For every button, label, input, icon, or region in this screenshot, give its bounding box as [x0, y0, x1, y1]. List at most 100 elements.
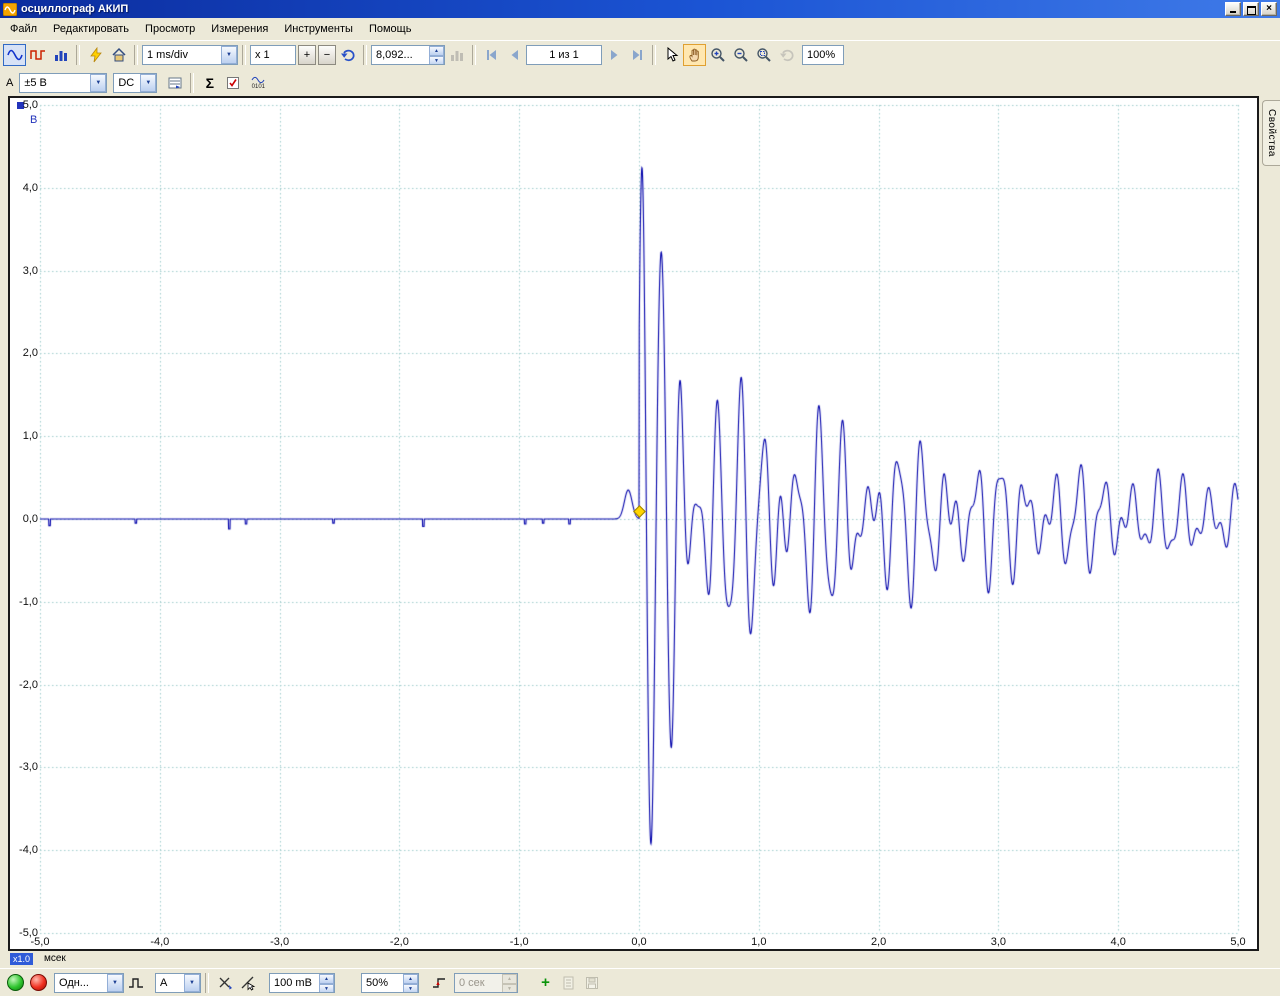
trigger-source-value: A — [160, 977, 167, 989]
menu-file[interactable]: Файл — [2, 20, 45, 38]
zoom-selection-button[interactable] — [752, 44, 775, 66]
add-measurement-button[interactable]: + — [534, 972, 557, 994]
spin-up-button[interactable]: ▲ — [429, 46, 444, 56]
undo-gray-icon — [779, 47, 795, 63]
restore-button[interactable] — [1243, 2, 1259, 16]
plus-icon: + — [541, 975, 550, 990]
chevron-down-icon[interactable]: ▼ — [221, 46, 237, 64]
x-tick-label: -1,0 — [499, 936, 539, 948]
histogram-disabled-button[interactable] — [445, 44, 468, 66]
page-indicator-value: 1 из 1 — [549, 49, 579, 61]
logic-analyzer-button[interactable]: 0101 — [244, 72, 272, 94]
minimize-icon — [1230, 11, 1236, 13]
properties-tab[interactable]: Свойства — [1262, 100, 1280, 166]
y-tick-label: 4,0 — [12, 182, 38, 194]
analog-view-button[interactable] — [3, 44, 26, 66]
menu-edit[interactable]: Редактировать — [45, 20, 137, 38]
trigger-level-spinner[interactable]: 100 mB ▲ ▼ — [269, 973, 335, 993]
start-button[interactable] — [4, 972, 27, 994]
menu-measurements[interactable]: Измерения — [203, 20, 276, 38]
trigger-slope-button[interactable] — [427, 972, 450, 994]
scale-up-button[interactable]: + — [298, 45, 316, 65]
measure-check-button[interactable] — [221, 72, 244, 94]
coupling-select[interactable]: DC ▼ — [113, 73, 157, 93]
spectrum-view-button[interactable] — [49, 44, 72, 66]
sum-button[interactable]: Σ — [198, 72, 221, 94]
square-wave-icon — [30, 47, 46, 63]
prev-page-button[interactable] — [503, 44, 526, 66]
next-page-button[interactable] — [602, 44, 625, 66]
trigger-slope-icon — [431, 975, 447, 991]
acquisition-mode-select[interactable]: Одн... ▼ — [54, 973, 124, 993]
pointer-icon — [664, 47, 680, 63]
zoom-out-button[interactable] — [729, 44, 752, 66]
close-button[interactable]: × — [1261, 2, 1277, 16]
square-view-button[interactable] — [26, 44, 49, 66]
y-tick-label: 5,0 — [12, 99, 38, 111]
voltage-range-select[interactable]: ±5 В ▼ — [19, 73, 107, 93]
zoom-level-value: 100% — [807, 49, 835, 61]
export-disabled-button[interactable] — [580, 972, 603, 994]
horizontal-scale-display: x 1 — [250, 45, 296, 65]
pan-tool-button[interactable] — [683, 44, 706, 66]
trigger-level-value: 100 mB — [274, 977, 312, 989]
mini-wave-icon — [250, 76, 266, 84]
x-tick-label: 3,0 — [978, 936, 1018, 948]
start-icon — [7, 974, 24, 991]
page-indicator: 1 из 1 — [526, 45, 602, 65]
pretrigger-spinner[interactable]: 50% ▲ ▼ — [361, 973, 419, 993]
menu-tools[interactable]: Инструменты — [276, 20, 361, 38]
chevron-down-icon[interactable]: ▼ — [184, 974, 200, 992]
spin-down-button[interactable]: ▼ — [403, 984, 418, 993]
record-button[interactable] — [27, 972, 50, 994]
zoom-selection-icon — [756, 47, 772, 63]
waveform-canvas[interactable] — [10, 98, 1257, 949]
pointer-tool-button[interactable] — [660, 44, 683, 66]
cursor-x-icon — [217, 975, 233, 991]
cursor-pointer-button[interactable] — [236, 972, 259, 994]
chevron-down-icon[interactable]: ▼ — [140, 74, 156, 92]
menu-view[interactable]: Просмотр — [137, 20, 203, 38]
minimize-button[interactable] — [1225, 2, 1241, 16]
holdoff-spinner: 0 сек ▲ ▼ — [454, 973, 518, 993]
first-page-button[interactable] — [480, 44, 503, 66]
zoom-level-display: 100% — [802, 45, 844, 65]
trigger-source-select[interactable]: A ▼ — [155, 973, 201, 993]
report-disabled-button[interactable] — [557, 972, 580, 994]
chevron-down-icon[interactable]: ▼ — [107, 974, 123, 992]
channel-toolbar: A ±5 В ▼ DC ▼ Σ 0101 — [0, 69, 1280, 96]
home-button[interactable] — [107, 44, 130, 66]
y-tick-label: -2,0 — [12, 679, 38, 691]
cursor-pointer-icon — [240, 975, 256, 991]
waveform-plot[interactable]: В 5,04,03,02,01,00,0-1,0-2,0-3,0-4,0-5,0… — [8, 96, 1259, 951]
spin-down-button[interactable]: ▼ — [319, 984, 334, 993]
sigma-icon: Σ — [206, 76, 214, 90]
offset-spinner[interactable]: 8,092... ▲ ▼ — [371, 45, 445, 65]
pulse-mode-button[interactable] — [124, 972, 147, 994]
timebase-select[interactable]: 1 ms/div ▼ — [142, 45, 238, 65]
scale-down-button[interactable]: − — [318, 45, 336, 65]
toolbar-separator — [205, 973, 209, 993]
spin-down-button[interactable]: ▼ — [429, 56, 444, 65]
channel-list-button[interactable] — [163, 72, 186, 94]
x-tick-label: 5,0 — [1218, 936, 1258, 948]
toolbar-separator — [242, 45, 246, 65]
chevron-down-icon[interactable]: ▼ — [90, 74, 106, 92]
horizontal-scale-value: x 1 — [255, 49, 270, 61]
undo-zoom-button[interactable] — [775, 44, 798, 66]
lightning-icon — [88, 47, 104, 63]
autoset-button[interactable] — [84, 44, 107, 66]
zoom-in-button[interactable] — [706, 44, 729, 66]
menu-help[interactable]: Помощь — [361, 20, 420, 38]
spin-up-button[interactable]: ▲ — [403, 974, 418, 984]
cursor-x-button[interactable] — [213, 972, 236, 994]
y-tick-label: 2,0 — [12, 347, 38, 359]
spin-up-button[interactable]: ▲ — [319, 974, 334, 984]
window-title: осциллограф АКИП — [21, 3, 1225, 15]
last-page-button[interactable] — [625, 44, 648, 66]
undo-scale-button[interactable] — [336, 44, 359, 66]
y-tick-label: 0,0 — [12, 513, 38, 525]
plot-footer: x1.0 мсек — [0, 951, 1280, 968]
y-tick-label: -3,0 — [12, 761, 38, 773]
histogram-icon — [53, 47, 69, 63]
